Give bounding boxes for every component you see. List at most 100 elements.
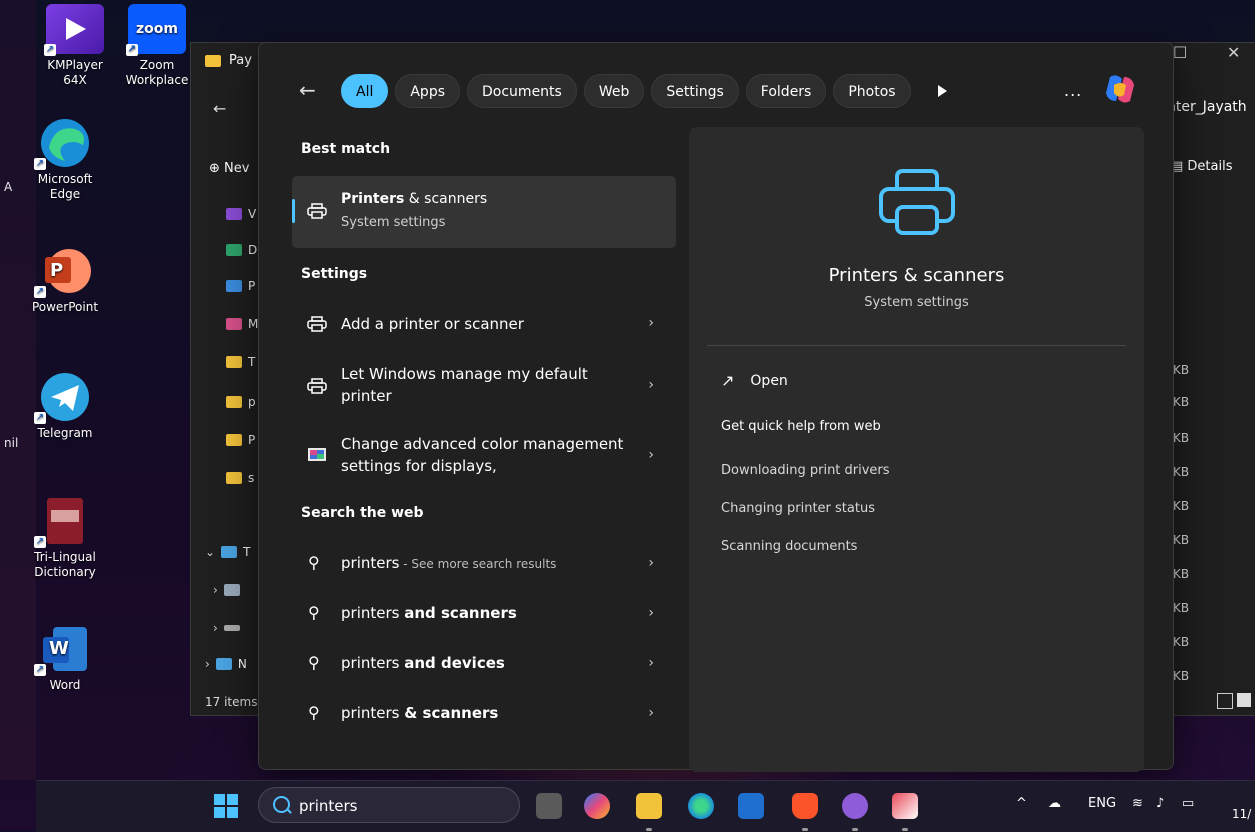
- filter-folders[interactable]: Folders: [745, 74, 827, 108]
- web-result[interactable]: ⚲ printers and scanners ›: [292, 599, 676, 629]
- filter-web[interactable]: Web: [583, 74, 645, 108]
- tree-item[interactable]: ⌄ T: [205, 545, 250, 559]
- web-result-label: printers & scanners: [341, 702, 498, 724]
- nav-item-label: M: [248, 317, 259, 331]
- more-filters-arrow-icon[interactable]: [937, 85, 947, 97]
- nav-item[interactable]: s: [226, 471, 254, 485]
- close-icon[interactable]: ✕: [1227, 43, 1240, 62]
- nav-item[interactable]: M: [226, 317, 258, 331]
- filter-settings[interactable]: Settings: [651, 74, 739, 108]
- web-result[interactable]: ⚲ printers and devices ›: [292, 649, 676, 679]
- chevron-right-icon: ›: [648, 705, 654, 721]
- microsoft-store-icon[interactable]: [738, 793, 764, 819]
- file-size: KB: [1173, 465, 1190, 479]
- open-action[interactable]: ↗ Open: [721, 371, 788, 390]
- shortcut-arrow-icon: ↗: [34, 158, 46, 170]
- file-size: KB: [1173, 395, 1190, 409]
- desktop-icon-trilingual[interactable]: ↗ Tri-Lingual Dictionary: [30, 496, 100, 580]
- view-toggle[interactable]: [1237, 693, 1251, 707]
- web-result-bold: & scanners: [404, 704, 499, 722]
- nav-item[interactable]: V: [226, 207, 256, 221]
- explorer-title-text: Pay: [229, 53, 252, 68]
- desktop-icon-powerpoint[interactable]: P ↗ PowerPoint: [30, 246, 100, 315]
- word-letter: W: [49, 638, 69, 659]
- web-result-bold: and devices: [404, 654, 505, 672]
- nav-item[interactable]: D: [226, 243, 257, 257]
- taskbar: printers ^ ☁ ENG ≋ ♪ ▭ 11/: [36, 780, 1255, 832]
- help-link[interactable]: Scanning documents: [721, 539, 857, 554]
- clock-date[interactable]: 11/: [1232, 807, 1251, 821]
- preview-pane: Printers & scanners System settings ↗ Op…: [689, 127, 1144, 772]
- help-link[interactable]: Changing printer status: [721, 501, 875, 516]
- view-toggle[interactable]: [1217, 693, 1233, 709]
- printer-icon: [307, 378, 327, 394]
- explorer-new-button[interactable]: ⊕ Nev: [209, 161, 249, 176]
- battery-icon[interactable]: ▭: [1182, 796, 1194, 811]
- desktop-icon-kmplayer[interactable]: ↗ KMPlayer 64X: [40, 4, 110, 88]
- back-arrow-icon[interactable]: ←: [299, 78, 316, 102]
- web-result[interactable]: ⚲ printers & scanners ›: [292, 699, 676, 729]
- web-result-prefix: printers: [341, 704, 405, 722]
- tree-item[interactable]: ›: [213, 621, 240, 635]
- copilot-icon[interactable]: [1102, 71, 1138, 107]
- folder-icon: [226, 472, 242, 484]
- task-view-icon[interactable]: [536, 793, 562, 819]
- copilot-taskbar-icon[interactable]: [584, 793, 610, 819]
- show-hidden-icons-chevron[interactable]: ^: [1016, 796, 1027, 811]
- file-size: KB: [1173, 601, 1190, 615]
- volume-icon[interactable]: ♪: [1156, 796, 1164, 811]
- details-button[interactable]: ▤ Details: [1171, 159, 1233, 174]
- chevron-right-icon: ›: [213, 621, 218, 635]
- desktop-icon-zoom[interactable]: zoom ↗ Zoom Workplace: [122, 4, 192, 88]
- start-windows-icon[interactable]: [214, 794, 238, 818]
- snipping-tool-icon[interactable]: [892, 793, 918, 831]
- desktop-icon-word[interactable]: W ↗ Word: [30, 624, 100, 693]
- drive-icon: [223, 625, 240, 631]
- tree-item[interactable]: ›: [213, 583, 240, 597]
- onedrive-icon[interactable]: ☁: [1048, 796, 1061, 811]
- new-label: Nev: [224, 161, 250, 176]
- filter-photos[interactable]: Photos: [833, 74, 911, 108]
- explorer-back-icon[interactable]: ←: [213, 99, 226, 118]
- nav-item-label: T: [248, 355, 256, 369]
- filter-apps[interactable]: Apps: [395, 74, 461, 108]
- help-link[interactable]: Downloading print drivers: [721, 463, 890, 478]
- settings-item-default-printer[interactable]: Let Windows manage my default printer ›: [292, 361, 676, 411]
- brave-icon[interactable]: [792, 793, 818, 831]
- folder-icon: [205, 54, 221, 67]
- taskbar-search-input[interactable]: printers: [258, 787, 520, 823]
- desktop-icon-telegram[interactable]: ↗ Telegram: [30, 372, 100, 441]
- preview-title: Printers & scanners: [828, 265, 1005, 286]
- edge-taskbar-icon[interactable]: [688, 793, 714, 819]
- web-result-label: printers - See more search results: [341, 552, 556, 575]
- desktop-icon-edge[interactable]: ↗ Microsoft Edge: [30, 118, 100, 202]
- chevron-down-icon: ⌄: [205, 545, 216, 559]
- nav-item[interactable]: p: [226, 395, 256, 409]
- nav-item[interactable]: P: [226, 433, 255, 447]
- pc-icon: [221, 546, 238, 558]
- downloads-folder-icon: [226, 244, 242, 256]
- search-icon: ⚲: [308, 703, 320, 722]
- desktop-icon-label: KMPlayer 64X: [47, 58, 103, 87]
- nav-item-label: P: [248, 433, 256, 447]
- address-bar[interactable]: nter_Jayath: [1167, 99, 1247, 115]
- best-match-result[interactable]: Printers & scanners System settings: [292, 176, 676, 248]
- nav-item[interactable]: P: [226, 279, 255, 293]
- file-explorer-icon[interactable]: [636, 793, 662, 831]
- left-fragment-text: A: [4, 180, 13, 194]
- settings-item-color-management[interactable]: Change advanced color management setting…: [292, 431, 676, 481]
- nav-item[interactable]: T: [226, 355, 255, 369]
- web-result[interactable]: ⚲ printers - See more search results ›: [292, 549, 676, 579]
- tree-item[interactable]: › N: [205, 657, 247, 671]
- more-options-icon[interactable]: ...: [1064, 81, 1082, 100]
- maximize-icon[interactable]: ☐: [1173, 43, 1187, 62]
- settings-item-add-printer[interactable]: Add a printer or scanner ›: [292, 307, 676, 341]
- search-icon: ⚲: [308, 653, 320, 672]
- language-indicator[interactable]: ENG: [1088, 796, 1116, 811]
- filter-all[interactable]: All: [341, 74, 389, 108]
- github-icon[interactable]: [842, 793, 868, 831]
- filter-documents[interactable]: Documents: [467, 74, 577, 108]
- web-result-sub: - See more search results: [399, 557, 557, 571]
- wifi-icon[interactable]: ≋: [1132, 796, 1143, 811]
- search-icon: ⚲: [308, 603, 320, 622]
